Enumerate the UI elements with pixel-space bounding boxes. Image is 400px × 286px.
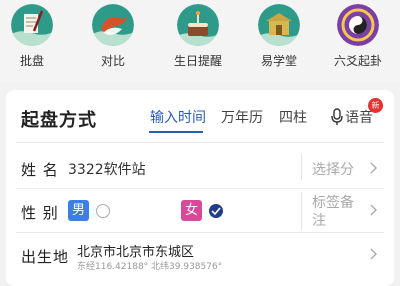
nav-item-liuyao[interactable]: 六爻起卦 <box>322 4 394 69</box>
new-badge: 新 <box>368 98 383 113</box>
birthplace-value[interactable]: 北京市北京市东城区 <box>77 241 194 260</box>
koi-fish-icon <box>92 4 134 46</box>
nav-item-label: 对比 <box>100 54 125 68</box>
chart-setup-card: 起盘方式 输入时间 万年历 四柱 语音 新 姓 名 3322软件站 选择分 性 … <box>6 90 394 286</box>
gender-label: 性 别 <box>21 204 59 222</box>
coordinates-text: 东经116.42188° 北纬39.938576° <box>77 262 223 272</box>
tab-perpetual-calendar[interactable]: 万年历 <box>221 110 263 126</box>
divider <box>301 154 302 180</box>
tab-four-pillars[interactable]: 四柱 <box>279 110 307 126</box>
male-radio[interactable] <box>96 204 110 218</box>
birthday-cake-icon <box>177 4 219 46</box>
top-feature-bar: 批盘 对比 生日提醒 易学堂 六爻起卦 <box>0 0 400 82</box>
chevron-right-icon[interactable] <box>370 162 377 174</box>
birthplace-label: 出生地 <box>21 248 70 266</box>
divider <box>301 192 302 230</box>
divider <box>16 142 384 143</box>
school-building-icon <box>258 4 300 46</box>
document-pen-icon <box>11 4 53 46</box>
divider <box>16 188 384 189</box>
choose-category-link[interactable]: 选择分 <box>312 159 354 179</box>
active-tab-indicator <box>149 131 203 133</box>
microphone-icon[interactable] <box>331 108 343 126</box>
chevron-right-icon[interactable] <box>370 204 377 216</box>
nav-item-label: 批盘 <box>19 54 44 68</box>
nav-item-label: 生日提醒 <box>173 54 222 68</box>
nav-item-duibi[interactable]: 对比 <box>77 4 149 69</box>
tag-note-label-line1: 标签备 <box>312 195 354 211</box>
nav-item-label: 六爻起卦 <box>333 54 382 68</box>
nav-item-label: 易学堂 <box>260 54 297 68</box>
female-radio-checked[interactable] <box>209 204 223 218</box>
tag-note-link[interactable]: 标签备 注 <box>312 194 354 230</box>
name-input[interactable]: 3322软件站 <box>68 159 146 179</box>
nav-item-yixuetang[interactable]: 易学堂 <box>243 4 315 69</box>
nav-item-pipan[interactable]: 批盘 <box>0 4 68 69</box>
tag-note-label-line2: 注 <box>312 213 326 229</box>
name-label: 姓 名 <box>21 161 59 179</box>
divider <box>16 232 384 233</box>
female-option[interactable]: 女 <box>181 200 202 221</box>
bagua-icon <box>337 4 379 46</box>
nav-item-birthday-reminder[interactable]: 生日提醒 <box>162 4 234 69</box>
tab-voice[interactable]: 语音 <box>345 110 373 126</box>
page-title: 起盘方式 <box>21 110 97 131</box>
tab-input-time[interactable]: 输入时间 <box>150 110 206 126</box>
male-option[interactable]: 男 <box>68 200 89 221</box>
chevron-right-icon[interactable] <box>370 248 377 260</box>
